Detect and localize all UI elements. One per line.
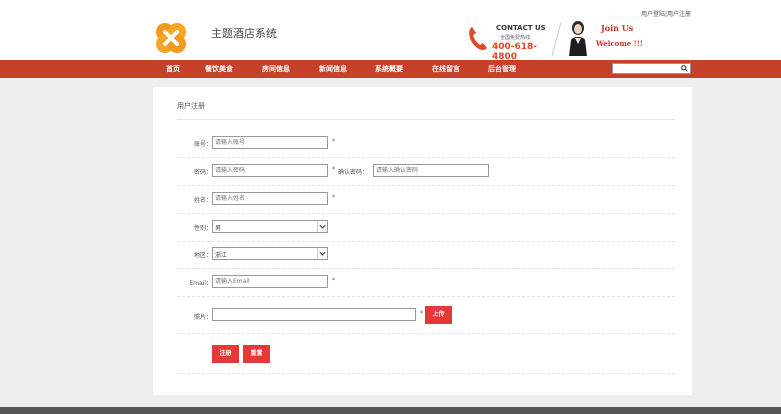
header: 用户登陆|用户注册 主题酒店系统 CONTACT US 全国免费热线: 400-… bbox=[0, 0, 781, 62]
search-box bbox=[612, 63, 691, 74]
name-label: 姓名： bbox=[193, 197, 212, 204]
nav-item-news[interactable]: 新闻信息 bbox=[319, 64, 347, 74]
search-icon[interactable] bbox=[681, 65, 688, 72]
row-divider bbox=[177, 296, 675, 297]
photo-row: 照片： * 上传 bbox=[153, 299, 692, 334]
email-label: Email： bbox=[189, 280, 212, 287]
name-row: 姓名： * bbox=[153, 186, 692, 214]
chevron-down-icon bbox=[317, 248, 326, 259]
password-row: 密码： * 确认密码： bbox=[153, 158, 692, 186]
nav-item-admin[interactable]: 后台管理 bbox=[488, 64, 516, 74]
name-input[interactable] bbox=[212, 192, 328, 205]
welcome-text: Welcome !!! bbox=[596, 39, 643, 48]
gender-row: 性别： 男 bbox=[153, 214, 692, 242]
password-required-mark: * bbox=[332, 166, 335, 173]
join-us-title: Join Us bbox=[601, 23, 634, 33]
gender-value: 男 bbox=[215, 225, 222, 232]
nav-item-rooms[interactable]: 房间信息 bbox=[262, 64, 290, 74]
gender-select[interactable]: 男 bbox=[212, 220, 328, 233]
password-input[interactable] bbox=[212, 164, 328, 177]
contact-phone: 400-618-4800 bbox=[492, 42, 538, 62]
top-links: 用户登陆|用户注册 bbox=[641, 9, 691, 18]
region-value: 浙江 bbox=[215, 252, 228, 259]
nav-item-dining[interactable]: 餐饮美食 bbox=[205, 64, 233, 74]
actions-divider bbox=[177, 373, 675, 374]
account-row: 账号： * bbox=[153, 130, 692, 158]
title-divider bbox=[177, 119, 675, 120]
nav-item-overview[interactable]: 系统概要 bbox=[375, 64, 403, 74]
register-link[interactable]: 用户注册 bbox=[667, 11, 691, 18]
login-link[interactable]: 用户登陆 bbox=[641, 11, 665, 18]
region-select[interactable]: 浙江 bbox=[212, 247, 328, 260]
name-required-mark: * bbox=[332, 194, 335, 201]
site-title: 主题酒店系统 bbox=[211, 27, 277, 40]
register-button[interactable]: 注册 bbox=[212, 345, 239, 363]
photo-path-input[interactable] bbox=[212, 308, 416, 321]
photo-label: 照片： bbox=[193, 314, 212, 321]
panel-title: 用户注册 bbox=[177, 102, 205, 110]
account-label: 账号： bbox=[193, 141, 212, 148]
account-input[interactable] bbox=[212, 136, 328, 149]
register-panel: 用户注册 账号： * 密码： * 确认密码： 姓名： * 性别： 男 bbox=[153, 87, 692, 395]
gender-label: 性别： bbox=[193, 225, 212, 232]
hotel-logo-icon bbox=[156, 23, 186, 53]
confirm-password-input[interactable] bbox=[373, 164, 489, 177]
email-row: Email： * bbox=[153, 269, 692, 297]
nav-item-home[interactable]: 首页 bbox=[166, 64, 180, 74]
account-required-mark: * bbox=[332, 138, 335, 145]
footer-bar bbox=[0, 407, 781, 414]
contact-subtitle: 全国免费热线: bbox=[500, 35, 532, 41]
chevron-down-icon bbox=[317, 221, 326, 232]
email-required-mark: * bbox=[332, 277, 335, 284]
person-avatar-icon bbox=[569, 21, 587, 56]
region-label: 地区： bbox=[193, 252, 212, 259]
contact-title: CONTACT US bbox=[496, 24, 546, 32]
contact-block: CONTACT US 全国免费热线: 400-618-4800 bbox=[466, 22, 556, 62]
confirm-password-label: 确认密码： bbox=[338, 169, 369, 176]
reset-button[interactable]: 重置 bbox=[243, 345, 270, 363]
phone-icon bbox=[469, 27, 487, 50]
row-divider bbox=[177, 333, 675, 334]
email-input[interactable] bbox=[212, 275, 328, 288]
nav-item-messages[interactable]: 在线留言 bbox=[432, 64, 460, 74]
upload-button[interactable]: 上传 bbox=[425, 306, 452, 324]
region-row: 地区： 浙江 bbox=[153, 241, 692, 269]
password-label: 密码： bbox=[193, 169, 212, 176]
photo-required-mark: * bbox=[420, 310, 423, 317]
search-input[interactable] bbox=[614, 64, 678, 73]
